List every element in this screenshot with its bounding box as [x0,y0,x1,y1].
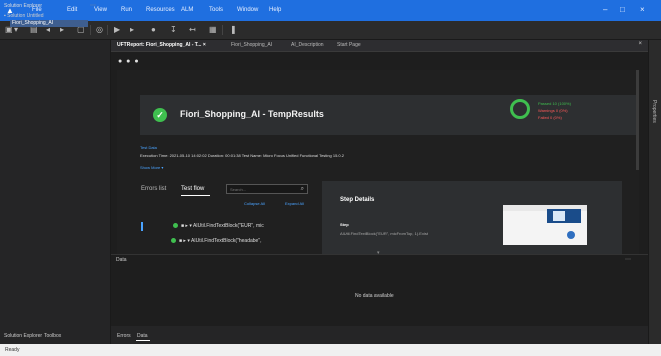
tab-fiori-shopping[interactable]: Fiori_Shopping_AI [231,42,272,49]
step-screenshot-thumbnail[interactable] [503,205,587,245]
tab-start-page[interactable]: Start Page [337,42,361,49]
thumbnail-icon [567,231,575,239]
step-value: AIUtil.FindTextBlock("EUR", micFromTop, … [340,231,428,236]
panel-options-icon[interactable]: ⋯ [90,2,96,9]
tab-uft-report[interactable]: UFTReport: Fiori_Shopping_AI - T... × [117,42,206,49]
search-icon[interactable]: ⌕ [301,185,304,193]
toolbar-divider [90,25,91,35]
tab-test-flow[interactable]: Test flow [181,186,204,192]
record-icon[interactable]: ◎ [96,25,103,35]
menu-window[interactable]: Window [237,6,258,15]
tab-errors-list[interactable]: Errors list [141,186,166,192]
step-label: Step [340,222,349,227]
execution-info: Execution Time: 2021-05-10 14:02:02 Dura… [140,153,344,158]
toolbar-divider [107,25,108,35]
properties-strip: Properties [648,40,661,344]
menu-help[interactable]: Help [269,6,281,15]
search-input[interactable] [230,186,290,193]
pause-icon[interactable]: ❚ [230,25,237,35]
menu-alm[interactable]: ALM [181,6,193,15]
tab-data[interactable]: Data [137,333,148,339]
thumbnail-image [553,211,565,221]
report-menu-icon[interactable]: ● ● ● [118,58,140,65]
report-title: Fiori_Shopping_AI - TempResults [180,109,324,119]
pass-dot-icon [171,238,176,244]
flow-row-label: AIUtil.FindTextBlock("EUR", mic [192,223,264,229]
menu-tools[interactable]: Tools [209,6,223,15]
test-data-label: Test Data [140,145,157,150]
properties-tab[interactable]: Properties [651,100,657,123]
step-details-title: Step Details [340,197,375,203]
active-tab-indicator [136,340,150,341]
menu-edit[interactable]: Edit [67,6,77,15]
data-panel [111,254,648,327]
minimize-icon[interactable]: – [603,5,607,15]
run-icon[interactable]: ▶ [114,25,120,35]
close-icon[interactable]: × [640,5,645,15]
tree-item-solution[interactable]: ▪ Solution Untitled [4,13,44,19]
status-bar: Ready [0,344,661,356]
data-panel-title: Data [116,257,127,263]
status-text: Ready [5,347,20,353]
panel-options-icon[interactable]: ⋯ [625,256,631,263]
object-repository-icon[interactable]: ▦ [209,25,217,35]
show-more-link[interactable]: Show More ▾ [140,165,163,170]
pass-dot-icon [173,223,178,229]
camera-icon: ■ [179,238,183,244]
tree-item-label: Solution Untitled [7,13,44,19]
left-bottom-tabs: Solution Explorer Toolbox [0,326,111,344]
step-out-icon[interactable]: ↤ [189,25,196,35]
solution-explorer-title: Solution Explorer [4,3,43,9]
active-tab-indicator [181,195,210,196]
solution-explorer-panel [0,40,111,326]
flow-row[interactable]: ■ ▸ ▾ AIUtil.FindTextBlock("EUR", mic [141,222,315,231]
menu-run[interactable]: Run [121,6,132,15]
toolbar: ▣ ▾ ▤ ◂ ▸ ▢ ◎ ▶ ▸ ● ↧ ↤ ▦ ❚ [0,21,661,40]
flow-row-label: AIUtil.FindTextBlock("headabe", [190,238,262,244]
camera-icon: ■ [181,223,185,229]
warnings-count: Warnings 0 (0%) [538,108,568,113]
document-tabs: UFTReport: Fiori_Shopping_AI - T... × Fi… [111,40,648,52]
breakpoint-icon[interactable]: ● [151,25,156,35]
menu-resources[interactable]: Resources [146,6,175,15]
step-into-icon[interactable]: ↧ [170,25,177,35]
passed-count: Passed 10 (100%) [538,101,571,106]
step-icon[interactable]: ▸ [130,25,134,35]
no-data-message: No data available [355,293,394,299]
tree-item-test[interactable]: Fiori_Shopping_AI [10,20,88,27]
tab-ai-description[interactable]: AI_Description [291,42,324,49]
report-scrollbar[interactable] [636,70,639,170]
tab-solution-explorer[interactable]: Solution Explorer [4,333,42,339]
title-bar: ▲ File Edit View Run Resources ALM Tools… [0,0,661,21]
tree-item-label: Fiori_Shopping_AI [12,20,54,26]
search-box: ⌕ [226,184,308,194]
flow-row[interactable]: ■ ▸ ▾ AIUtil.FindTextBlock("headabe", [141,237,313,246]
collapse-all-link[interactable]: Collapse All [244,201,265,206]
toolbar-divider [222,25,223,35]
tab-errors[interactable]: Errors [117,333,131,339]
bottom-tabs: Errors Data [111,326,648,344]
pass-ring-icon [510,99,530,119]
check-icon: ✓ [153,108,167,122]
tab-toolbox[interactable]: Toolbox [44,333,61,339]
close-icon[interactable]: × [638,41,642,47]
expand-all-link[interactable]: Expand All [285,201,304,206]
failed-count: Failed 0 (0%) [538,115,562,120]
maximize-icon[interactable]: □ [620,5,625,15]
